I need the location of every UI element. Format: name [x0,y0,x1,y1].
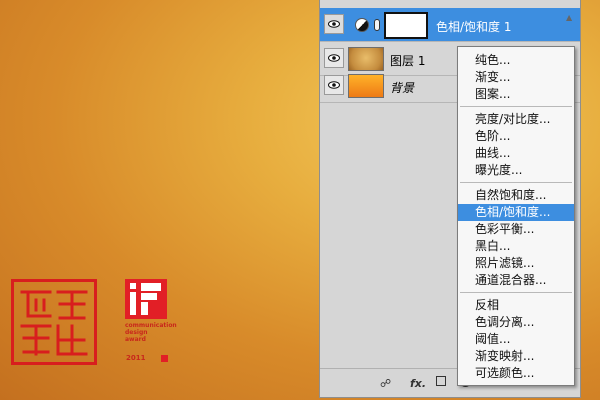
menu-item-hue-saturation[interactable]: 色相/饱和度... [458,204,574,221]
adjustment-menu: 纯色... 渐变... 图案... 亮度/对比度... 色阶... 曲线... … [457,46,575,386]
menu-separator [460,292,572,293]
layer-thumbnail[interactable] [348,47,384,71]
award-dot [161,355,168,362]
if-award-logo [125,279,167,319]
menu-item-threshold[interactable]: 阈值... [458,331,574,348]
menu-item-photo-filter[interactable]: 照片滤镜... [458,255,574,272]
layer-name: 图层 1 [390,54,426,68]
menu-item-invert[interactable]: 反相 [458,297,574,314]
menu-item-posterize[interactable]: 色调分离... [458,314,574,331]
menu-item-channel-mixer[interactable]: 通道混合器... [458,272,574,289]
menu-item-curves[interactable]: 曲线... [458,145,574,162]
menu-item-exposure[interactable]: 曝光度... [458,162,574,179]
visibility-toggle[interactable] [324,48,344,68]
red-seal-stamp [11,279,97,365]
layer-row[interactable]: 色相/饱和度 1 [320,8,580,42]
eye-icon [328,20,340,28]
award-year: 2011 [126,354,146,362]
menu-item-pattern[interactable]: 图案... [458,86,574,103]
menu-item-levels[interactable]: 色阶... [458,128,574,145]
layer-mask-thumbnail[interactable] [384,12,428,39]
menu-item-selective-color[interactable]: 可选颜色... [458,365,574,382]
add-mask-icon[interactable] [436,376,446,386]
adjustment-layer-icon [355,18,369,32]
seal-glyphs [20,290,88,356]
menu-separator [460,106,572,107]
eye-icon [328,54,340,62]
visibility-toggle[interactable] [324,75,344,95]
visibility-toggle[interactable] [324,14,344,34]
menu-item-color-balance[interactable]: 色彩平衡... [458,221,574,238]
link-icon[interactable] [374,19,380,31]
layer-name: 色相/饱和度 1 [436,20,512,34]
if-logo-mark [130,283,161,315]
menu-item-gradient[interactable]: 渐变... [458,69,574,86]
scroll-up-arrow-icon[interactable]: ▲ [566,13,575,27]
fx-icon[interactable]: fx. [410,377,426,390]
layer-thumbnail[interactable] [348,74,384,98]
menu-item-vibrance[interactable]: 自然饱和度... [458,187,574,204]
award-caption: communication design award [125,322,177,343]
menu-item-gradient-map[interactable]: 渐变映射... [458,348,574,365]
layer-name: 背景 [390,81,415,95]
menu-item-black-white[interactable]: 黑白... [458,238,574,255]
link-layers-icon[interactable]: ☍ [380,377,391,390]
menu-item-solid-color[interactable]: 纯色... [458,52,574,69]
eye-icon [328,81,340,89]
menu-item-brightness-contrast[interactable]: 亮度/对比度... [458,111,574,128]
menu-separator [460,182,572,183]
